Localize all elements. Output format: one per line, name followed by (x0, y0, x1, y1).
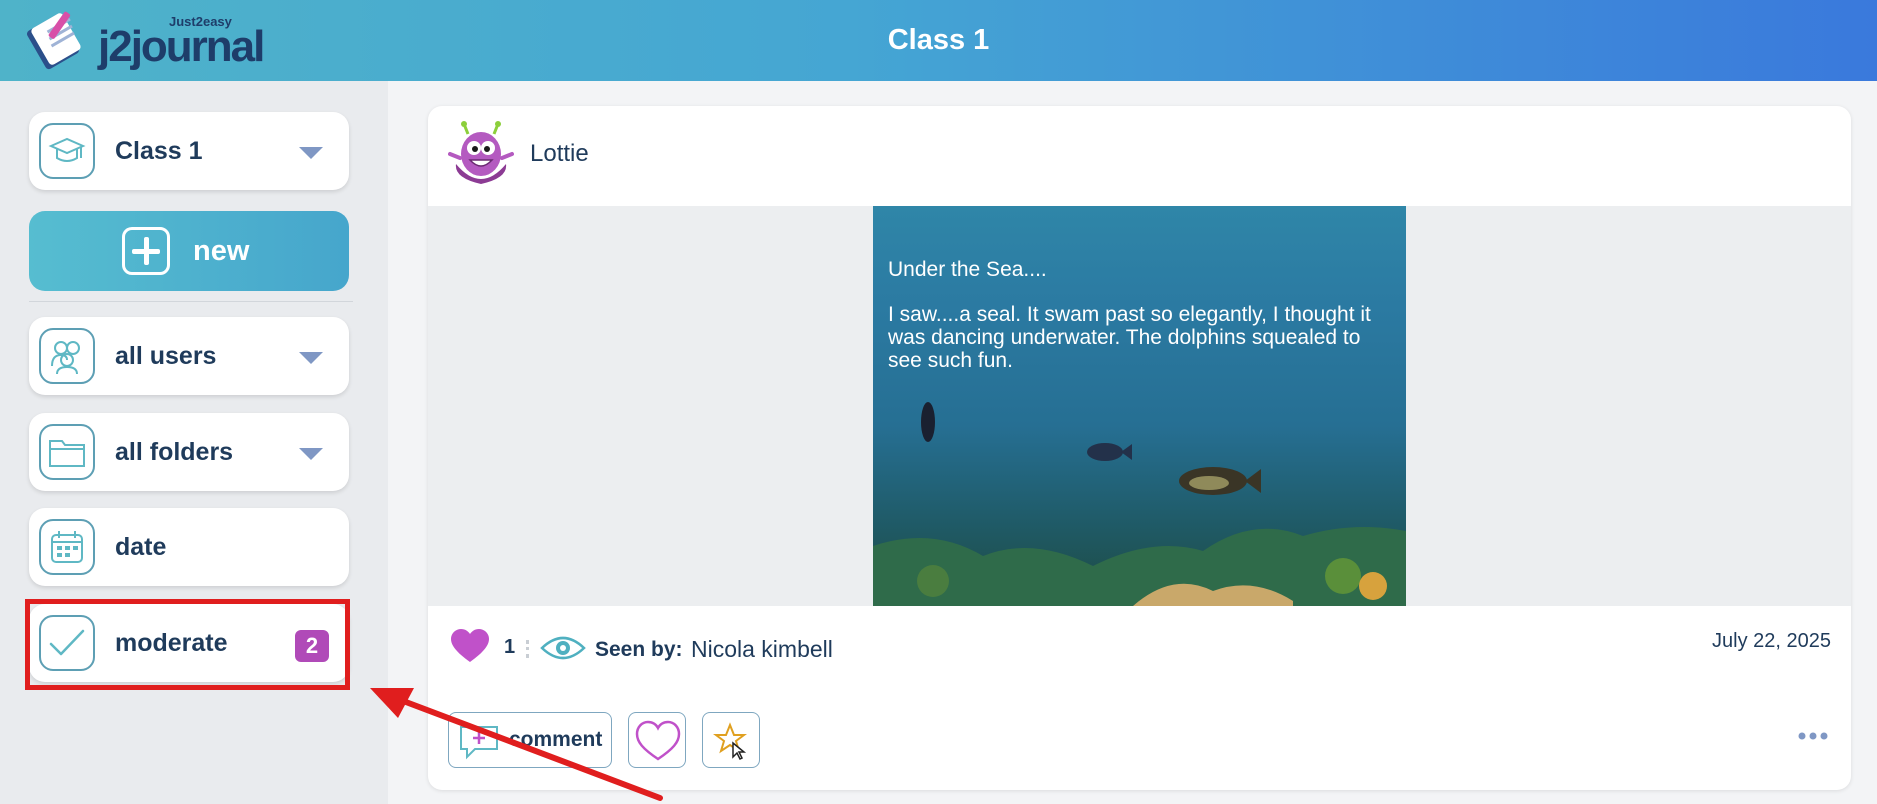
seen-by-name: Nicola kimbell (691, 636, 833, 662)
fish-icon (1179, 467, 1261, 495)
chevron-down-icon (299, 352, 323, 364)
class-selector[interactable]: Class 1 (29, 112, 349, 190)
eye-icon (540, 636, 586, 660)
star-cursor-icon (713, 722, 747, 761)
sidebar-item-label: all folders (115, 438, 234, 466)
coral-reef-decoration (873, 527, 1406, 606)
new-button-label: new (193, 235, 250, 267)
chevron-down-icon (299, 147, 323, 159)
sidebar-item-label: date (115, 533, 167, 561)
image-caption-title: Under the Sea.... (888, 258, 1047, 281)
monster-avatar[interactable] (448, 120, 514, 186)
post-date: July 22, 2025 (1712, 630, 1831, 652)
app-header: Just2easy j2journal Class 1 (0, 0, 1877, 81)
sidebar-item-all-users[interactable]: all users (29, 317, 349, 395)
calendar-icon (39, 519, 95, 575)
favourite-button[interactable] (702, 712, 760, 768)
image-caption-body: I saw....a seal. It swam past so elegant… (888, 303, 1371, 372)
post-media-area: Under the Sea.... I saw....a seal. It sw… (428, 206, 1851, 606)
heart-filled-icon (451, 629, 489, 662)
post-author-name[interactable]: Lottie (530, 140, 589, 168)
graduation-cap-icon (39, 123, 95, 179)
sidebar-item-date[interactable]: date (29, 508, 349, 586)
like-count: 1 (504, 636, 516, 658)
sidebar-item-all-folders[interactable]: all folders (29, 413, 349, 491)
chevron-down-icon (299, 448, 323, 460)
more-options-icon[interactable] (1797, 730, 1829, 742)
sidebar-divider (29, 301, 353, 302)
folder-icon (39, 424, 95, 480)
sidebar-item-label: all users (115, 342, 217, 370)
class-selector-label: Class 1 (115, 137, 203, 165)
under-the-sea-image[interactable]: Under the Sea.... I saw....a seal. It sw… (873, 206, 1406, 606)
seen-by-label: Seen by: (595, 638, 683, 661)
image-caption: Under the Sea.... I saw....a seal. It sw… (888, 258, 1388, 372)
fish-icon (921, 402, 935, 442)
highlight-annotation-box (25, 599, 350, 690)
plus-icon (122, 227, 170, 275)
red-arrow-annotation (370, 688, 663, 801)
fish-icon (1087, 443, 1132, 461)
stats-separator (526, 640, 532, 658)
users-icon (39, 328, 95, 384)
new-post-button[interactable]: new (29, 211, 349, 291)
page-title: Class 1 (887, 24, 990, 56)
